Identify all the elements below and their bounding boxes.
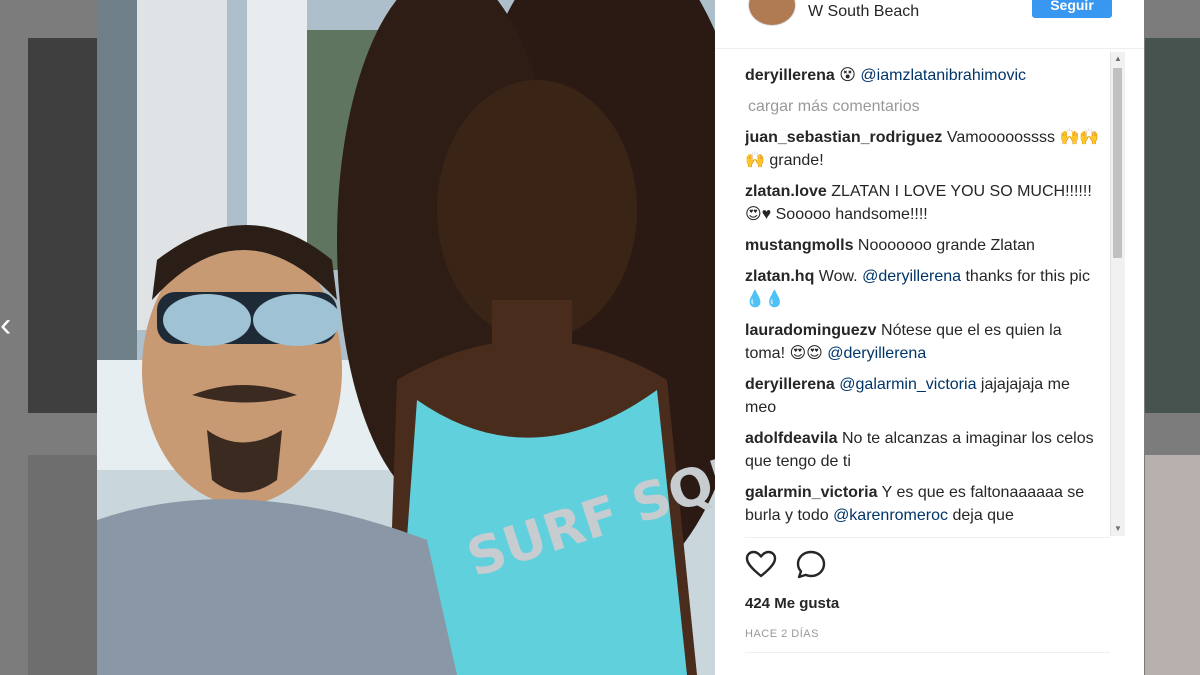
comment-item: deryillerena @galarmin_victoria jajajaja… xyxy=(745,373,1105,419)
mention-link[interactable]: @deryillerena xyxy=(827,345,926,362)
comment-item: galarmin_victoria Y es que es faltonaaaa… xyxy=(745,481,1105,527)
comment-item: adolfdeavila No te alcanzas a imaginar l… xyxy=(745,427,1105,473)
comment-item: mustangmolls Nooooooo grande Zlatan xyxy=(745,234,1105,257)
background-thumbnail-left xyxy=(28,38,98,413)
caption: deryillerena 😵 @iamzlatanibrahimovic xyxy=(745,64,1105,87)
comment-username[interactable]: galarmin_victoria xyxy=(745,484,878,501)
comment-username[interactable]: zlatan.hq xyxy=(745,268,814,285)
comment-item: zlatan.love ZLATAN I LOVE YOU SO MUCH!!!… xyxy=(745,180,1105,226)
comment-username[interactable]: deryillerena xyxy=(745,67,835,84)
comment-username[interactable]: zlatan.love xyxy=(745,183,827,200)
prev-arrow-icon[interactable]: ‹ xyxy=(0,305,22,345)
comment-item: lauradominguezv Nótese que el es quien l… xyxy=(745,319,1105,365)
mention-link[interactable]: @karenromeroc xyxy=(833,507,948,524)
comments-list: deryillerena 😵 @iamzlatanibrahimovic car… xyxy=(745,64,1105,534)
divider xyxy=(745,652,1110,653)
follow-button[interactable]: Seguir xyxy=(1032,0,1112,18)
comment-text: Wow. xyxy=(818,268,863,285)
load-more-comments-link[interactable]: cargar más comentarios xyxy=(748,95,1105,118)
background-thumbnail-right-lower xyxy=(1145,455,1200,675)
comment-item: zlatan.hq Wow. @deryillerena thanks for … xyxy=(745,265,1105,311)
comment-text: Nooooooo grande Zlatan xyxy=(857,237,1035,254)
comment-username[interactable]: juan_sebastian_rodriguez xyxy=(745,129,942,146)
scroll-down-icon[interactable]: ▼ xyxy=(1111,522,1125,536)
post-modal: SURF SQUAD W South Beach Seguir deryille… xyxy=(97,0,1144,675)
likes-count[interactable]: 424 Me gusta xyxy=(745,595,839,612)
post-photo: SURF SQUAD xyxy=(97,0,715,675)
post-header: W South Beach Seguir xyxy=(715,0,1144,49)
comment-item: juan_sebastian_rodriguez Vamooooossss 🙌🙌… xyxy=(745,126,1105,172)
location-link[interactable]: W South Beach xyxy=(808,3,919,21)
mention-link[interactable]: @deryillerena xyxy=(862,268,961,285)
caption-emoji: 😵 xyxy=(839,67,856,84)
scroll-up-icon[interactable]: ▲ xyxy=(1111,52,1125,66)
scroll-thumb[interactable] xyxy=(1113,68,1122,258)
post-timestamp[interactable]: HACE 2 DÍAS xyxy=(745,628,819,640)
heart-icon[interactable] xyxy=(745,549,777,581)
comment-username[interactable]: mustangmolls xyxy=(745,237,853,254)
background-thumbnail-left-lower xyxy=(28,455,98,675)
avatar[interactable] xyxy=(748,0,796,26)
comment-username[interactable]: adolfdeavila xyxy=(745,430,837,447)
divider xyxy=(745,537,1110,538)
comments-scrollbar[interactable]: ▲ ▼ xyxy=(1110,52,1125,536)
comment-username[interactable]: deryillerena xyxy=(745,376,835,393)
comment-icon[interactable] xyxy=(795,549,827,581)
comment-text: deja que xyxy=(948,507,1014,524)
mention-link[interactable]: @galarmin_victoria xyxy=(839,376,976,393)
selfie-illustration: SURF SQUAD xyxy=(97,0,715,675)
mention-link[interactable]: @iamzlatanibrahimovic xyxy=(860,67,1026,84)
post-sidebar: W South Beach Seguir deryillerena 😵 @iam… xyxy=(715,0,1144,675)
comment-username[interactable]: lauradominguezv xyxy=(745,322,877,339)
background-thumbnail-right xyxy=(1145,38,1200,413)
